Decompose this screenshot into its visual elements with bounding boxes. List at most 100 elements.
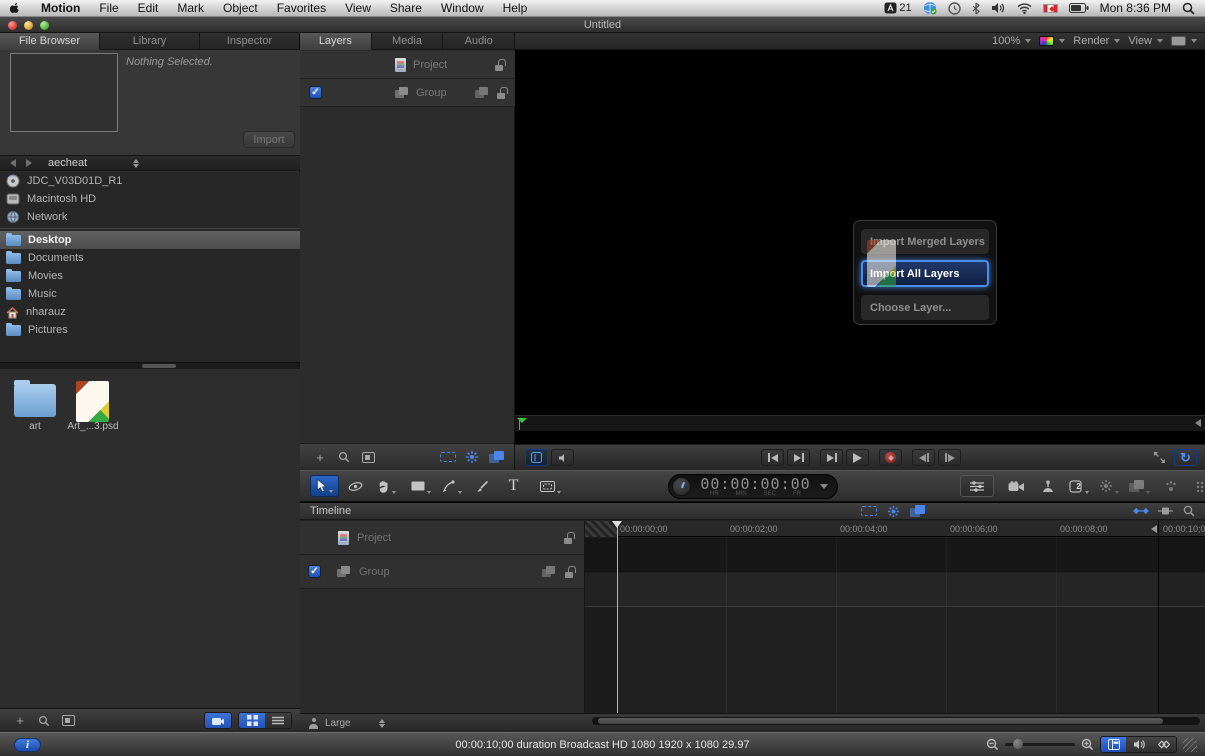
blend-icon[interactable] — [542, 566, 556, 578]
text-tool[interactable]: T — [499, 475, 528, 497]
timecode-dropdown-icon[interactable] — [820, 484, 828, 489]
preview-toggle-icon[interactable] — [56, 713, 80, 729]
lock-icon[interactable] — [497, 87, 507, 99]
show-behaviors-icon[interactable] — [881, 503, 905, 519]
back-arrow-icon[interactable] — [10, 159, 16, 167]
time-machine-icon[interactable] — [948, 2, 961, 15]
add-layer-button[interactable]: + — [308, 449, 332, 465]
folder-stepper[interactable] — [133, 159, 139, 168]
sidebar-item-movies[interactable]: Movies — [0, 267, 300, 285]
sidebar-item-desktop[interactable]: Desktop — [0, 231, 300, 249]
slider-knob[interactable] — [1013, 739, 1023, 749]
battery-icon[interactable] — [1069, 3, 1089, 13]
track-size-stepper[interactable] — [379, 719, 385, 728]
menu-mark[interactable]: Mark — [177, 1, 204, 15]
render-dropdown[interactable]: Render — [1073, 35, 1120, 47]
add-emitter-button[interactable] — [1156, 475, 1185, 497]
menu-share[interactable]: Share — [390, 1, 422, 15]
show-filters-icon[interactable] — [905, 503, 929, 519]
transform-3d-tool[interactable] — [341, 475, 370, 497]
sidebar-item-music[interactable]: Music — [0, 285, 300, 303]
close-window-button[interactable] — [8, 21, 17, 30]
add-filter-button[interactable] — [1125, 475, 1154, 497]
tab-library[interactable]: Library — [100, 33, 200, 50]
tab-inspector[interactable]: Inspector — [200, 33, 299, 50]
timeline-playhead[interactable] — [617, 521, 618, 714]
previous-frame-button[interactable] — [912, 449, 935, 466]
behaviors-badge-button[interactable]: 2 — [1064, 475, 1093, 497]
project-track-lane[interactable] — [585, 538, 1205, 572]
sidebar-item-disc[interactable]: JDC_V03D01D_R1 — [0, 172, 300, 190]
minimize-window-button[interactable] — [24, 21, 33, 30]
spotlight-search-icon[interactable] — [1182, 2, 1195, 15]
play-range-end-marker[interactable] — [1151, 525, 1157, 533]
mute-button[interactable] — [551, 449, 574, 466]
import-button[interactable]: Import — [243, 131, 295, 148]
zoom-in-icon[interactable] — [1081, 738, 1094, 751]
go-to-end-button[interactable] — [787, 449, 810, 466]
current-folder-dropdown[interactable]: aecheat — [48, 157, 87, 169]
show-filters-icon[interactable] — [484, 449, 508, 465]
group-visibility-checkbox[interactable]: ✓ — [309, 86, 322, 99]
canvas-zoom-slider[interactable] — [1005, 743, 1075, 746]
record-button[interactable] — [879, 449, 902, 466]
bezier-pen-tool[interactable] — [437, 475, 466, 497]
mini-playhead[interactable] — [519, 418, 526, 430]
new-camera-button[interactable] — [1002, 475, 1031, 497]
tab-file-browser[interactable]: File Browser — [0, 33, 100, 50]
lock-icon[interactable] — [565, 566, 575, 578]
search-icon[interactable] — [32, 713, 56, 729]
menu-motion[interactable]: Motion — [41, 1, 80, 15]
sidebar-item-home[interactable]: nharauz — [0, 303, 300, 321]
fit-window-icon[interactable] — [1148, 449, 1171, 466]
menu-window[interactable]: Window — [441, 1, 484, 15]
window-title-bar[interactable]: Untitled — [0, 17, 1205, 33]
tab-media[interactable]: Media — [372, 33, 444, 50]
hud-button[interactable] — [960, 475, 994, 497]
menu-help[interactable]: Help — [503, 1, 528, 15]
sidebar-scrollbar[interactable] — [0, 362, 300, 369]
menu-view[interactable]: View — [345, 1, 371, 15]
toggle-timeline-button[interactable] — [1101, 737, 1126, 752]
canada-flag-icon[interactable] — [1043, 4, 1058, 13]
blend-icon[interactable] — [475, 87, 489, 99]
timeline-row-group[interactable]: ✓ Group — [300, 555, 584, 589]
menu-favorites[interactable]: Favorites — [277, 1, 326, 15]
timeline-horizontal-scrollbar[interactable] — [592, 717, 1200, 725]
info-button[interactable]: i — [14, 738, 41, 752]
sidebar-item-network[interactable]: Network — [0, 208, 300, 226]
timeline-ruler[interactable]: 00:00:00;00 00:00:02;00 00:00:04;00 00:0… — [585, 521, 1205, 537]
menu-clock[interactable]: Mon 8:36 PM — [1100, 1, 1171, 15]
view-dropdown[interactable]: View — [1128, 35, 1163, 47]
group-visibility-checkbox[interactable]: ✓ — [308, 565, 321, 578]
list-view-button[interactable] — [265, 713, 291, 728]
show-timeline-button[interactable] — [525, 449, 548, 466]
track-size-dropdown[interactable]: Large — [325, 718, 351, 729]
toggle-audio-button[interactable] — [1126, 737, 1151, 752]
window-resize-grip[interactable] — [1183, 738, 1197, 752]
loop-playback-button[interactable]: ↻ — [1174, 449, 1197, 466]
tab-layers[interactable]: Layers — [300, 33, 372, 50]
menu-item-choose-layer[interactable]: Choose Layer... — [861, 295, 989, 320]
select-tool[interactable] — [310, 475, 339, 497]
play-button[interactable] — [846, 449, 869, 466]
lock-icon[interactable] — [564, 532, 574, 544]
record-animation-button[interactable] — [1033, 475, 1062, 497]
show-masks-icon[interactable] — [436, 449, 460, 465]
pan-hand-tool[interactable] — [372, 475, 401, 497]
shape-rect-tool[interactable] — [406, 475, 435, 497]
show-keyframes-icon[interactable] — [1129, 503, 1153, 519]
add-replicator-button[interactable] — [1187, 475, 1205, 497]
track-height-icon[interactable] — [1153, 503, 1177, 519]
toggle-keyframe-editor-button[interactable] — [1151, 737, 1176, 752]
timecode-display[interactable]: 00:00:00:00 HR MIN SEC FR — [668, 474, 838, 499]
menu-object[interactable]: Object — [223, 1, 258, 15]
layer-row-project[interactable]: Project — [300, 51, 515, 79]
sidebar-item-documents[interactable]: Documents — [0, 249, 300, 267]
sync-globe-icon[interactable] — [923, 1, 937, 15]
timeline-track-area[interactable]: 00:00:00;00 00:00:02;00 00:00:04;00 00:0… — [585, 521, 1205, 714]
apple-menu-icon[interactable] — [10, 2, 22, 15]
lock-icon[interactable] — [495, 59, 505, 71]
paint-brush-tool[interactable] — [468, 475, 497, 497]
sidebar-item-macintosh-hd[interactable]: Macintosh HD — [0, 190, 300, 208]
